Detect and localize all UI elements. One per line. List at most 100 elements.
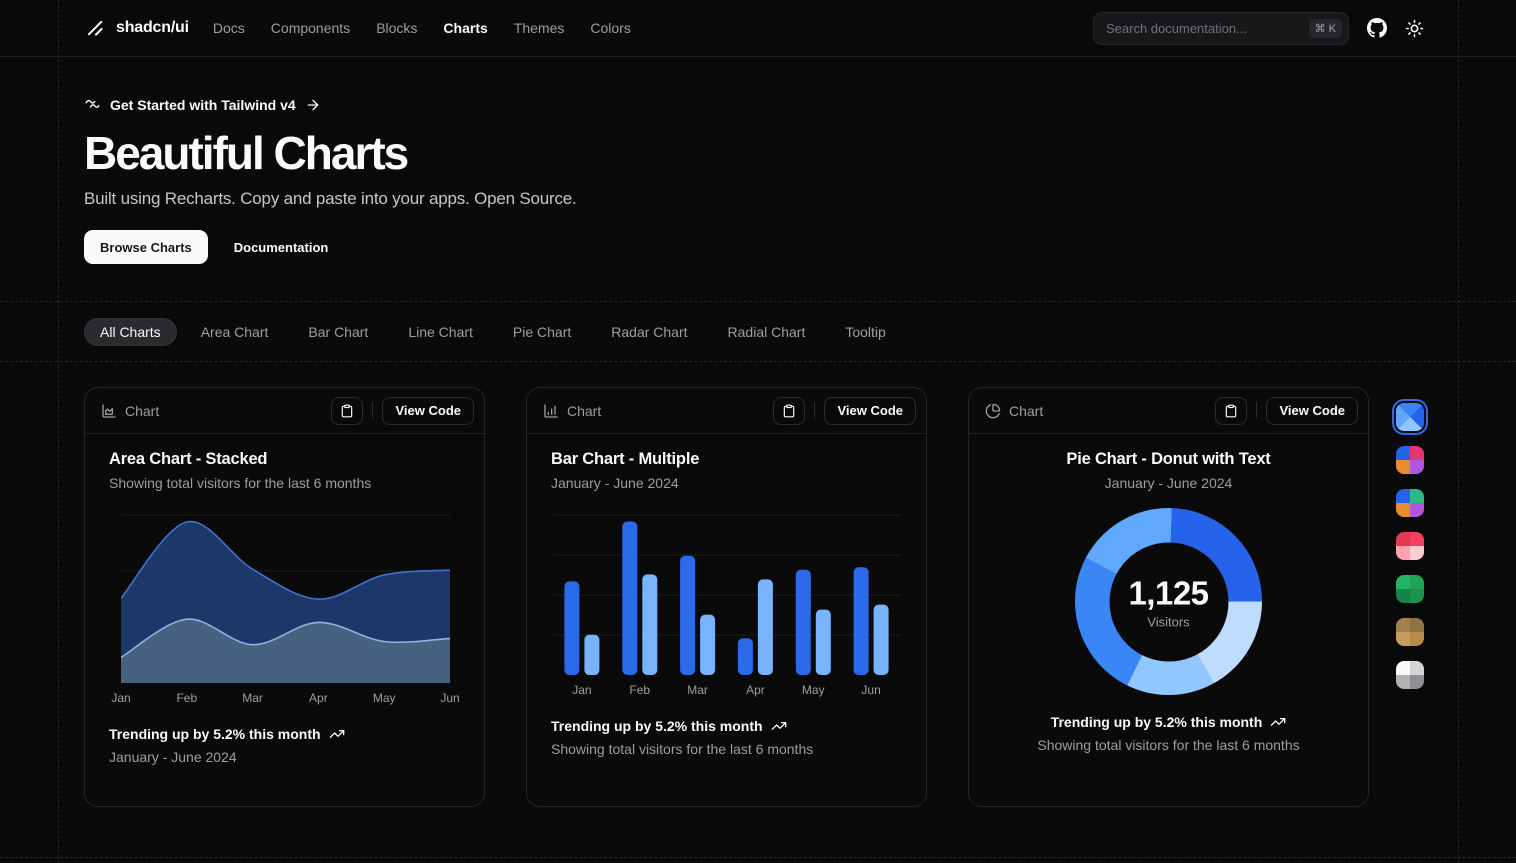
card-header-actions: View Code: [773, 397, 916, 425]
github-icon: [1367, 18, 1387, 38]
theme-swatch-green[interactable]: [1396, 575, 1424, 603]
card-header: Chart View Code: [969, 388, 1368, 434]
tab-all-charts[interactable]: All Charts: [84, 318, 177, 346]
footer-range-text: January - June 2024: [109, 749, 460, 765]
bar-chart-icon: [543, 403, 559, 419]
search-input[interactable]: [1106, 21, 1309, 36]
header-separator: [1256, 402, 1257, 419]
chart-title: Pie Chart - Donut with Text: [993, 450, 1344, 469]
view-code-button[interactable]: View Code: [382, 397, 474, 425]
clipboard-icon: [1224, 404, 1238, 418]
tab-pie-chart[interactable]: Pie Chart: [497, 318, 587, 346]
x-tick-jan: Jan: [111, 691, 130, 705]
page-title: Beautiful Charts: [84, 126, 984, 180]
theme-swatch-mono[interactable]: [1396, 661, 1424, 689]
x-tick-feb: Feb: [176, 691, 197, 705]
page-subtitle: Built using Recharts. Copy and paste int…: [84, 189, 984, 209]
x-tick-apr: Apr: [746, 683, 765, 697]
card-bar-chart: Chart View Code Bar Chart - Multiple Jan…: [526, 387, 927, 807]
chart-description: January - June 2024: [993, 475, 1344, 491]
search-shortcut-kbd: ⌘ K: [1309, 19, 1342, 38]
copy-code-button[interactable]: [331, 397, 363, 425]
arrow-right-icon: [305, 97, 321, 113]
nav-link-components[interactable]: Components: [271, 20, 350, 36]
right-column-divider: [1458, 0, 1459, 863]
x-tick-may: May: [373, 691, 396, 705]
tab-tooltip[interactable]: Tooltip: [829, 318, 901, 346]
card-header-actions: View Code: [1215, 397, 1358, 425]
x-tick-mar: Mar: [687, 683, 708, 697]
trending-up-icon: [329, 726, 345, 742]
theme-swatch-default[interactable]: [1396, 446, 1424, 474]
x-tick-may: May: [802, 683, 825, 697]
tab-line-chart[interactable]: Line Chart: [392, 318, 489, 346]
trending-up-icon: [771, 718, 787, 734]
clipboard-icon: [782, 404, 796, 418]
search-box[interactable]: ⌘ K: [1093, 12, 1349, 45]
card-footer: Trending up by 5.2% this month Showing t…: [551, 718, 902, 757]
area-chart-icon: [101, 403, 117, 419]
donut-center: 1,125 Visitors: [1109, 542, 1228, 661]
area-chart-x-axis: JanFebMarAprMayJun: [121, 691, 450, 707]
theme-swatch-palette[interactable]: [1396, 489, 1424, 517]
card-header-label: Chart: [1009, 403, 1043, 419]
view-code-button[interactable]: View Code: [824, 397, 916, 425]
github-button[interactable]: [1367, 18, 1387, 38]
nav-link-themes[interactable]: Themes: [514, 20, 565, 36]
nav-links: Docs Components Blocks Charts Themes Colors: [213, 20, 631, 36]
copy-code-button[interactable]: [1215, 397, 1247, 425]
donut-total-value: 1,125: [1128, 574, 1208, 612]
documentation-button[interactable]: Documentation: [218, 230, 345, 264]
x-tick-mar: Mar: [242, 691, 263, 705]
card-body: Pie Chart - Donut with Text January - Ju…: [969, 434, 1368, 753]
bottom-section-divider: [0, 857, 1516, 858]
card-pie-chart: Chart View Code Pie Chart - Donut with T…: [968, 387, 1369, 807]
footer-range-text: Showing total visitors for the last 6 mo…: [993, 737, 1344, 753]
chart-title: Bar Chart - Multiple: [551, 450, 902, 469]
chart-title: Area Chart - Stacked: [109, 450, 460, 469]
donut-total-label: Visitors: [1147, 614, 1189, 629]
tab-area-chart[interactable]: Area Chart: [185, 318, 285, 346]
nav-link-blocks[interactable]: Blocks: [376, 20, 417, 36]
clipboard-icon: [340, 404, 354, 418]
brand-name: shadcn/ui: [116, 19, 189, 37]
hero-badge-link[interactable]: Get Started with Tailwind v4: [84, 96, 984, 113]
nav-link-colors[interactable]: Colors: [590, 20, 630, 36]
tab-radial-chart[interactable]: Radial Chart: [712, 318, 822, 346]
copy-code-button[interactable]: [773, 397, 805, 425]
theme-swatch-blue[interactable]: [1396, 403, 1424, 431]
theme-swatch-rail: [1396, 403, 1424, 689]
chart-description: January - June 2024: [551, 475, 902, 491]
bar-chart: [553, 514, 900, 675]
card-header: Chart View Code: [85, 388, 484, 434]
hero-section: Get Started with Tailwind v4 Beautiful C…: [84, 96, 984, 264]
x-tick-jan: Jan: [572, 683, 591, 697]
area-chart: [121, 514, 450, 683]
x-tick-jun: Jun: [861, 683, 880, 697]
footer-trend-text: Trending up by 5.2% this month: [551, 718, 763, 734]
tab-bar-chart[interactable]: Bar Chart: [292, 318, 384, 346]
theme-swatch-amber[interactable]: [1396, 618, 1424, 646]
x-tick-jun: Jun: [440, 691, 459, 705]
shadcn-logo-icon: [85, 18, 106, 39]
tab-radar-chart[interactable]: Radar Chart: [595, 318, 703, 346]
view-code-button[interactable]: View Code: [1266, 397, 1358, 425]
card-body: Bar Chart - Multiple January - June 2024…: [527, 434, 926, 757]
hero-badge-label: Get Started with Tailwind v4: [110, 97, 296, 113]
nav-link-charts[interactable]: Charts: [443, 20, 487, 36]
browse-charts-button[interactable]: Browse Charts: [84, 230, 208, 264]
top-nav: shadcn/ui Docs Components Blocks Charts Them…: [0, 0, 1516, 57]
card-footer: Trending up by 5.2% this month January -…: [109, 726, 460, 765]
x-tick-apr: Apr: [309, 691, 328, 705]
card-header-label: Chart: [567, 403, 601, 419]
card-header-label: Chart: [125, 403, 159, 419]
nav-link-docs[interactable]: Docs: [213, 20, 245, 36]
hero-buttons: Browse Charts Documentation: [84, 230, 984, 264]
tailwind-icon: [84, 96, 101, 113]
theme-toggle-button[interactable]: [1405, 19, 1424, 38]
header-separator: [814, 402, 815, 419]
theme-swatch-rose[interactable]: [1396, 532, 1424, 560]
nav-right: ⌘ K: [1093, 12, 1424, 45]
x-tick-feb: Feb: [629, 683, 650, 697]
brand-logo[interactable]: shadcn/ui: [85, 18, 189, 39]
